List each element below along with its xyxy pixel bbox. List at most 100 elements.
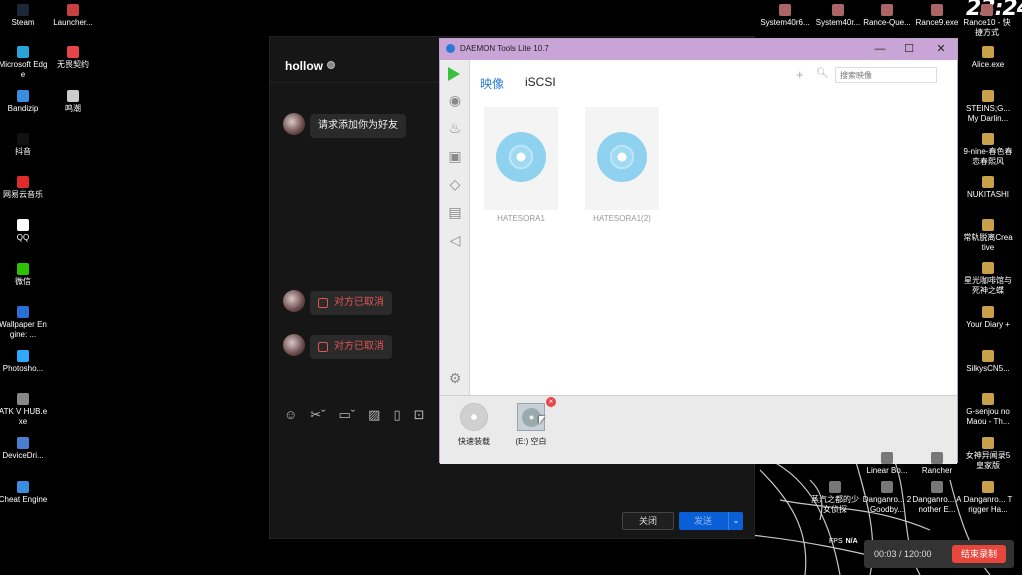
gsenjou-icon [982, 393, 994, 405]
drive-icon[interactable]: ▤ [446, 203, 464, 221]
linear-icon [881, 452, 893, 464]
desktop-shortcut[interactable]: SilkysCN5... [963, 350, 1013, 374]
shortcut-label: DeviceDri... [2, 451, 44, 460]
steinsgate-icon [982, 90, 994, 102]
burn-icon[interactable]: ♨ [446, 119, 464, 137]
chevron-down-icon[interactable]: ⌄ [728, 512, 743, 530]
desktop-shortcut[interactable]: 常轨脱离Creative [963, 219, 1013, 253]
avatar[interactable] [283, 290, 305, 312]
add-icon[interactable]: + [796, 67, 804, 82]
alice-icon [982, 46, 994, 58]
desktop-shortcut[interactable]: G-senjou no Maou - Th... [963, 393, 1013, 427]
play-icon[interactable] [448, 67, 460, 81]
desktop-shortcut[interactable]: 网易云音乐 [0, 176, 48, 200]
image-tile[interactable] [585, 107, 659, 210]
desktop-shortcut[interactable]: Bandizip [0, 90, 48, 114]
desktop-shortcut[interactable]: 微信 [0, 263, 48, 287]
valorant-icon [67, 46, 79, 58]
shortcut-label: Bandizip [7, 104, 39, 113]
disc-icon[interactable]: ◉ [446, 91, 464, 109]
desktop-shortcut[interactable]: STEINS;G... My Darlin... [963, 90, 1013, 124]
desktop-shortcut[interactable]: System40r... [813, 4, 863, 28]
desktop-shortcut[interactable]: Steam [0, 4, 48, 28]
record-time: 00:03 / 120:00 [874, 549, 932, 559]
title-bar[interactable]: DAEMON Tools Lite 10.7 — ☐ ✕ [440, 39, 957, 60]
cancel-icon [318, 342, 328, 352]
folder-icon[interactable]: ▭ˇ [339, 407, 356, 423]
shortcut-label: 抖音 [15, 147, 31, 156]
desktop-shortcut[interactable]: Rance10 - 快捷方式 [962, 4, 1012, 38]
shortcut-label: Photosho... [2, 364, 44, 373]
desktop-shortcut[interactable]: Microsoft Edge [0, 46, 48, 80]
search-icon[interactable]: 🔍︎ [816, 68, 829, 79]
nukitashi-icon [982, 176, 994, 188]
daemon-tools-window: DAEMON Tools Lite 10.7 — ☐ ✕ ◉ ♨ ▣ ◇ ▤ ◁… [439, 38, 958, 464]
maximize-button[interactable]: ☐ [895, 41, 923, 58]
image-tile[interactable] [484, 107, 558, 210]
desktop-shortcut[interactable]: 鸣潮 [48, 90, 98, 114]
desktop-shortcut[interactable]: 女神异闻录5皇家版 [963, 437, 1013, 471]
rancher-icon [931, 452, 943, 464]
image-editor-icon[interactable]: ▣ [446, 147, 464, 165]
tab-iscsi[interactable]: iSCSI [525, 75, 556, 89]
desktop-shortcut[interactable]: Rance-Que... [862, 4, 912, 28]
tab-images[interactable]: 映像 [480, 75, 504, 92]
desktop-shortcut[interactable]: 抖音 [0, 133, 48, 157]
image-icon[interactable]: ▨ [368, 407, 380, 423]
desktop-shortcut[interactable]: Danganro... Trigger Ha... [963, 481, 1013, 515]
send-button[interactable]: 发送 ⌄ [679, 512, 743, 530]
system40-icon [832, 4, 844, 16]
scissors-icon[interactable]: ✂ˇ [310, 407, 325, 423]
shortcut-label: System40r... [815, 18, 861, 27]
desktop-shortcut[interactable]: QQ [0, 219, 48, 243]
desktop-shortcut[interactable]: DeviceDri... [0, 437, 48, 461]
desktop-shortcut[interactable]: Cheat Engine [0, 481, 48, 505]
desktop-shortcut[interactable]: ATK V HUB.exe [0, 393, 48, 427]
emoji-icon[interactable]: ☺ [284, 407, 297, 423]
gear-icon[interactable]: ⚙ [446, 369, 464, 387]
desktop-shortcut[interactable]: 蒸汽之都的少女侦探 [810, 481, 860, 515]
shortcut-label: NUKITASHI [966, 190, 1010, 199]
desktop-shortcut[interactable]: Your Diary + [963, 306, 1013, 330]
quick-mount-icon[interactable] [460, 403, 488, 431]
rance10-icon [981, 4, 993, 16]
avatar[interactable] [283, 334, 305, 356]
desktop-shortcut[interactable]: Photosho... [0, 350, 48, 374]
desktop-shortcut[interactable]: Rance9.exe [912, 4, 962, 28]
audio-icon[interactable]: ◁ [446, 231, 464, 249]
shortcut-label: Rance-Que... [863, 18, 911, 27]
desktop-shortcut[interactable]: Alice.exe [963, 46, 1013, 70]
search-input[interactable] [835, 67, 937, 83]
remove-drive-icon[interactable]: × [546, 397, 556, 407]
shortcut-label: 无畏契约 [57, 60, 89, 69]
minimize-button[interactable]: — [866, 41, 894, 58]
desktop-shortcut[interactable]: Danganro... 2 Goodby... [862, 481, 912, 515]
tag-icon[interactable]: ◇ [446, 175, 464, 193]
shortcut-label: Your Diary + [966, 320, 1010, 329]
desktop-shortcut[interactable]: Linear Bo... [862, 452, 912, 476]
nine-icon [982, 133, 994, 145]
box-icon[interactable]: ⊡ [414, 407, 425, 423]
status-dot-icon [327, 61, 335, 69]
avatar[interactable] [283, 113, 305, 135]
shortcut-label: SilkysCN5... [966, 364, 1010, 373]
diary-icon [982, 306, 994, 318]
desktop-shortcut[interactable]: 星光咖啡馆与死神之蝶 [963, 262, 1013, 296]
desktop-shortcut[interactable]: System40r6... [760, 4, 810, 28]
desktop-shortcut[interactable]: NUKITASHI [963, 176, 1013, 200]
desktop-shortcut[interactable]: 无畏契约 [48, 46, 98, 70]
desktop-shortcut[interactable]: 9-nine-春色春恋春熙风 [963, 133, 1013, 167]
desktop-shortcut[interactable]: Rancher [912, 452, 962, 476]
close-button[interactable]: 关闭 [622, 512, 674, 530]
stop-recording-button[interactable]: 结束录制 [952, 545, 1006, 563]
close-window-button[interactable]: ✕ [927, 41, 955, 58]
netease-music-icon [17, 176, 29, 188]
fps-indicator: FPS N/A [829, 538, 858, 545]
rance-icon [881, 4, 893, 16]
image-label: HATESORA1(2) [593, 214, 651, 223]
desktop-shortcut[interactable]: Wallpaper Engine: ... [0, 306, 48, 340]
video-icon[interactable]: ▯ [393, 407, 400, 423]
desktop-shortcut[interactable]: Launcher... [48, 4, 98, 28]
desktop-shortcut[interactable]: Danganro... Another E... [912, 481, 962, 515]
system40-icon [779, 4, 791, 16]
